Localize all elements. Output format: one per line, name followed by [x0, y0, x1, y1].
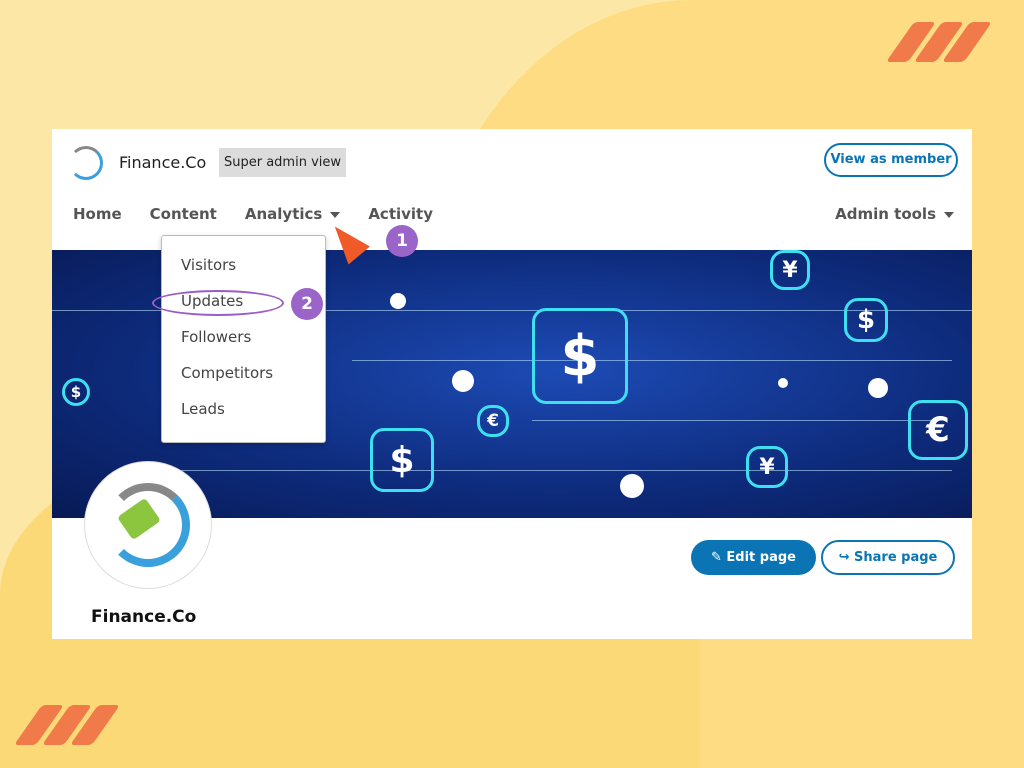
admin-tools-label: Admin tools: [835, 205, 936, 223]
network-node: [390, 293, 406, 309]
nav-analytics[interactable]: Analytics: [244, 205, 341, 223]
yen-icon: ¥: [746, 446, 788, 488]
super-admin-badge: Super admin view: [219, 148, 346, 177]
highlight-oval: [152, 290, 284, 316]
chevron-down-icon: [330, 211, 341, 218]
menu-item-competitors[interactable]: Competitors: [162, 364, 325, 400]
company-logo: [84, 461, 212, 589]
dollar-icon: $: [62, 378, 90, 406]
network-node: [452, 370, 474, 392]
analytics-dropdown: Visitors Updates Followers Competitors L…: [161, 235, 326, 443]
dollar-icon: $: [844, 298, 888, 342]
view-as-member-button[interactable]: View as member: [824, 143, 958, 177]
pencil-icon: ✎: [710, 550, 727, 565]
step-badge-1: 1: [386, 225, 418, 257]
dollar-icon: $: [370, 428, 434, 492]
company-logo-small: [69, 146, 103, 180]
network-node: [868, 378, 888, 398]
dollar-icon: $: [532, 308, 628, 404]
network-line: [532, 420, 932, 421]
menu-item-followers[interactable]: Followers: [162, 328, 325, 364]
nav-analytics-label: Analytics: [244, 205, 323, 223]
share-arrow-icon: ↪: [838, 550, 855, 565]
step-badge-2: 2: [291, 288, 323, 320]
edit-page-button[interactable]: ✎ Edit page: [691, 540, 816, 575]
network-line: [152, 470, 952, 471]
admin-tools-menu[interactable]: Admin tools: [835, 205, 954, 223]
nav-home[interactable]: Home: [73, 205, 122, 223]
menu-item-visitors[interactable]: Visitors: [162, 256, 325, 292]
chevron-down-icon: [944, 211, 954, 218]
company-name: Finance.Co: [91, 607, 197, 627]
decor-stripes: [885, 22, 993, 62]
menu-item-leads[interactable]: Leads: [162, 400, 325, 436]
share-page-label: Share page: [854, 550, 938, 565]
euro-icon: €: [908, 400, 968, 460]
network-node: [620, 474, 644, 498]
euro-icon: €: [477, 405, 509, 437]
nav-content[interactable]: Content: [150, 205, 217, 223]
yen-icon: ¥: [770, 250, 810, 290]
main-nav: Home Content Analytics Activity: [73, 205, 461, 223]
network-node: [778, 378, 788, 388]
nav-activity[interactable]: Activity: [368, 205, 433, 223]
share-page-button[interactable]: ↪ Share page: [821, 540, 955, 575]
network-line: [352, 360, 952, 361]
edit-page-label: Edit page: [726, 550, 796, 565]
decor-stripes: [13, 705, 121, 745]
brand-name: Finance.Co: [119, 153, 207, 172]
